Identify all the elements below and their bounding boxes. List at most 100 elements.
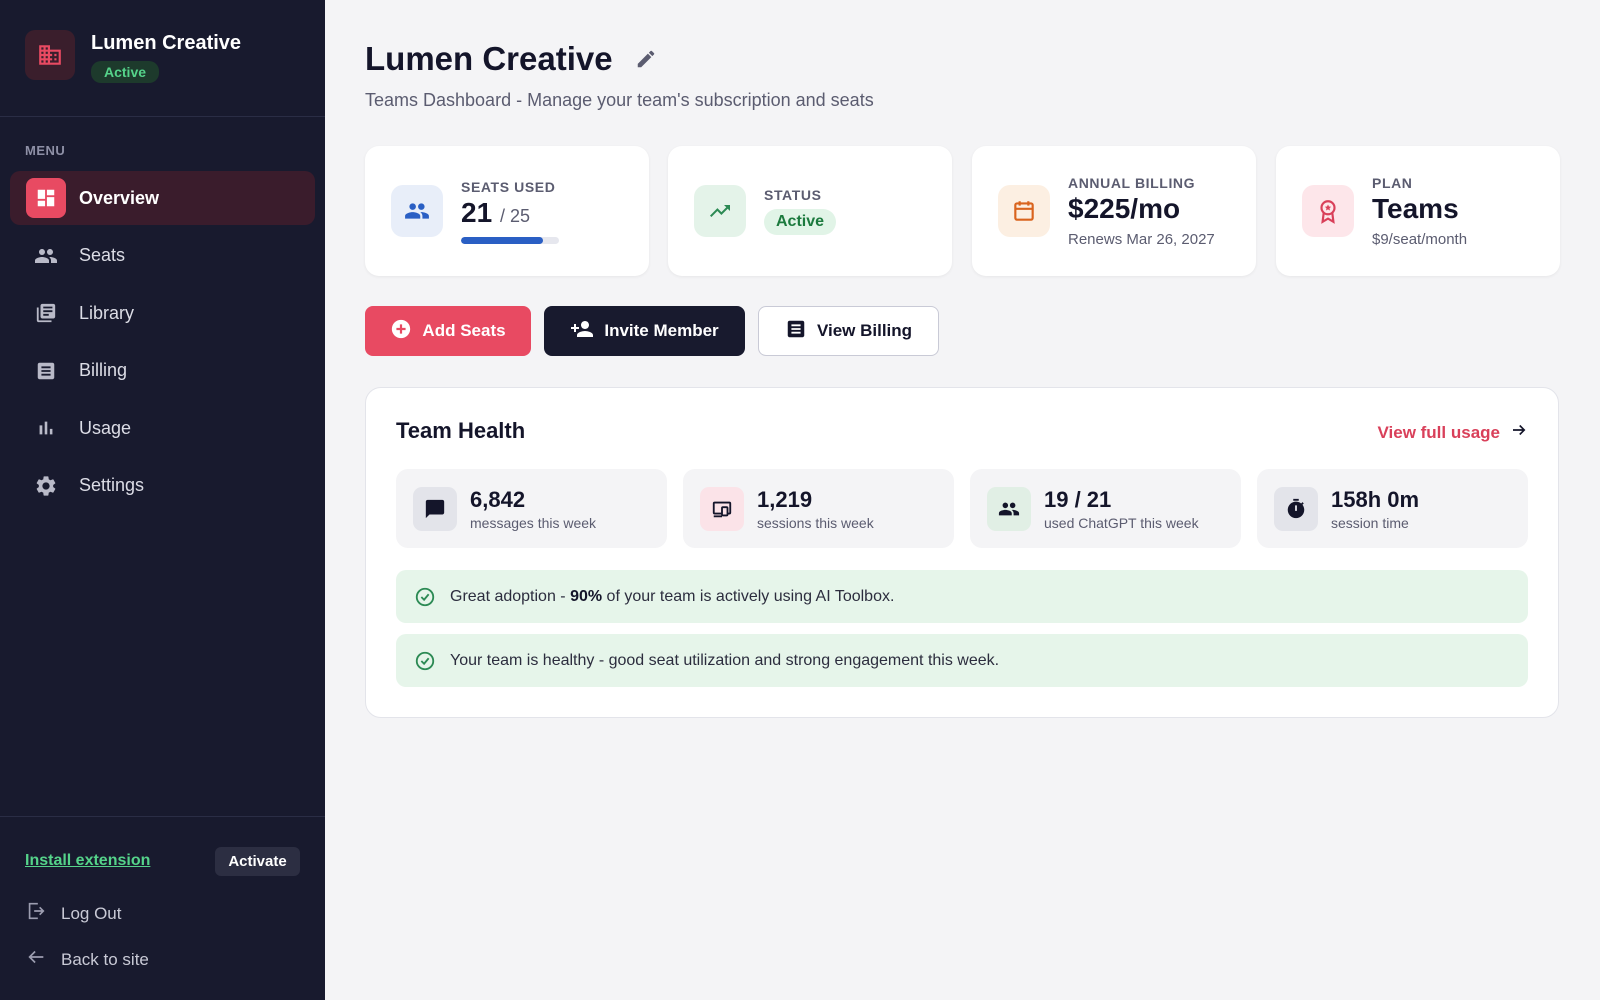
metric-label: messages this week	[470, 514, 597, 531]
receipt-icon	[785, 318, 807, 345]
receipt-icon	[34, 359, 58, 383]
page-subtitle: Teams Dashboard - Manage your team's sub…	[365, 90, 874, 110]
logout-label: Log Out	[61, 903, 122, 923]
bar-chart-icon	[34, 416, 58, 440]
sidebar-item-usage[interactable]: Usage	[10, 401, 315, 455]
health-alert: Your team is healthy - good seat utiliza…	[396, 634, 1528, 687]
sidebar-divider	[0, 116, 325, 117]
metric-label: sessions this week	[757, 514, 874, 531]
adoption-alert-prefix: Great adoption -	[450, 587, 571, 605]
back-to-site-label: Back to site	[61, 949, 149, 969]
people-icon	[34, 244, 58, 268]
metric-label: used ChatGPT this week	[1044, 514, 1199, 531]
adoption-alert: Great adoption - 90% of your team is act…	[396, 570, 1528, 623]
status-label: STATUS	[764, 187, 822, 203]
seats-total: / 25	[499, 205, 530, 226]
annual-billing-value: $225/mo	[1068, 192, 1181, 224]
plan-label: PLAN	[1372, 174, 1413, 191]
renewal-date: Renews Mar 26, 2027	[1068, 230, 1215, 248]
gear-icon	[34, 474, 58, 498]
invite-member-label: Invite Member	[604, 321, 719, 340]
annual-billing-label: ANNUAL BILLING	[1068, 174, 1196, 191]
metric-session-time: 158h 0m session time	[1257, 469, 1528, 548]
metric-messages: 6,842 messages this week	[396, 469, 667, 548]
devices-icon	[700, 486, 744, 531]
status-card: STATUS Active	[668, 146, 952, 276]
logout-link[interactable]: Log Out	[25, 900, 122, 927]
sidebar-item-billing[interactable]: Billing	[10, 344, 315, 398]
add-seats-label: Add Seats	[422, 321, 506, 340]
sidebar-item-label: Billing	[79, 360, 128, 380]
back-to-site-link[interactable]: Back to site	[25, 946, 149, 973]
metric-value: 6,842	[470, 486, 526, 512]
seats-used-value: 21 / 25	[461, 197, 559, 229]
building-icon	[25, 30, 75, 80]
check-circle-icon	[414, 650, 436, 672]
people-icon	[987, 486, 1031, 531]
sidebar-item-seats[interactable]: Seats	[10, 229, 315, 283]
annual-billing-card: ANNUAL BILLING $225/mo Renews Mar 26, 20…	[972, 146, 1256, 276]
metric-value: 158h 0m	[1331, 486, 1420, 512]
sidebar-item-label: Seats	[79, 245, 126, 265]
seats-progress-bar	[461, 236, 559, 244]
plan-value: Teams	[1372, 192, 1459, 224]
invite-member-button[interactable]: Invite Member	[544, 306, 745, 356]
activate-button[interactable]: Activate	[215, 847, 300, 876]
sidebar-item-library[interactable]: Library	[10, 286, 315, 340]
adoption-alert-text: Great adoption - 90% of your team is act…	[450, 588, 894, 606]
team-health-card: Team Health View full usage 6,842 messag…	[365, 387, 1559, 718]
view-billing-label: View Billing	[816, 321, 913, 340]
page-title-text: Lumen Creative	[365, 40, 613, 77]
status-badge: Active	[764, 209, 837, 235]
plus-circle-icon	[390, 318, 412, 345]
metric-label: session time	[1331, 514, 1409, 531]
seats-progress-fill	[461, 236, 544, 244]
arrow-right-icon	[1510, 421, 1528, 444]
library-icon	[34, 301, 58, 325]
trending-up-icon	[694, 185, 746, 237]
stopwatch-icon	[1274, 486, 1318, 531]
view-billing-button[interactable]: View Billing	[758, 306, 939, 356]
sidebar-bottom-divider	[0, 816, 325, 817]
brand: Lumen Creative Active	[25, 30, 241, 83]
logout-icon	[25, 900, 47, 927]
seats-used-card: SEATS USED 21 / 25	[365, 146, 649, 276]
metric-value: 19 / 21	[1044, 486, 1112, 512]
metric-value: 1,219	[757, 486, 813, 512]
chat-icon	[413, 486, 457, 531]
dashboard-icon	[26, 178, 66, 218]
sidebar-item-label: Usage	[79, 417, 132, 438]
plan-price: $9/seat/month	[1372, 230, 1468, 248]
metric-sessions: 1,219 sessions this week	[683, 469, 954, 548]
sidebar-item-settings[interactable]: Settings	[10, 459, 315, 513]
brand-name: Lumen Creative	[91, 32, 242, 54]
page-title: Lumen Creative	[365, 40, 659, 78]
team-health-title: Team Health	[396, 418, 526, 443]
view-full-usage-link[interactable]: View full usage	[1377, 421, 1528, 444]
sidebar-item-overview[interactable]: Overview	[10, 171, 315, 225]
health-alert-text: Your team is healthy - good seat utiliza…	[450, 651, 1000, 669]
seats-used-label: SEATS USED	[461, 178, 556, 195]
main-content: Lumen Creative Teams Dashboard - Manage …	[325, 0, 1600, 1000]
sidebar-item-label: Settings	[79, 475, 145, 495]
arrow-left-icon	[25, 946, 47, 973]
calendar-icon	[998, 185, 1050, 237]
brand-status-badge: Active	[91, 61, 160, 83]
sidebar-item-label: Overview	[79, 187, 160, 208]
award-icon	[1302, 185, 1354, 237]
sidebar-item-label: Library	[79, 302, 135, 323]
sidebar: Lumen Creative Active MENU Overview Seat…	[0, 0, 325, 1000]
install-extension-link[interactable]: Install extension	[25, 852, 150, 870]
sidebar-nav: Overview Seats Library Billing Usage Set…	[10, 171, 315, 516]
seats-used-count: 21	[461, 196, 493, 228]
people-icon	[391, 185, 443, 237]
pencil-icon[interactable]	[633, 46, 659, 72]
adoption-percentage: 90%	[570, 587, 603, 605]
person-add-icon	[570, 317, 594, 346]
menu-title: MENU	[25, 143, 66, 158]
check-circle-icon	[414, 586, 436, 608]
adoption-alert-suffix: of your team is actively using AI Toolbo…	[602, 587, 895, 605]
add-seats-button[interactable]: Add Seats	[365, 306, 531, 356]
view-full-usage-label: View full usage	[1377, 422, 1500, 442]
plan-card: PLAN Teams $9/seat/month	[1276, 146, 1560, 276]
